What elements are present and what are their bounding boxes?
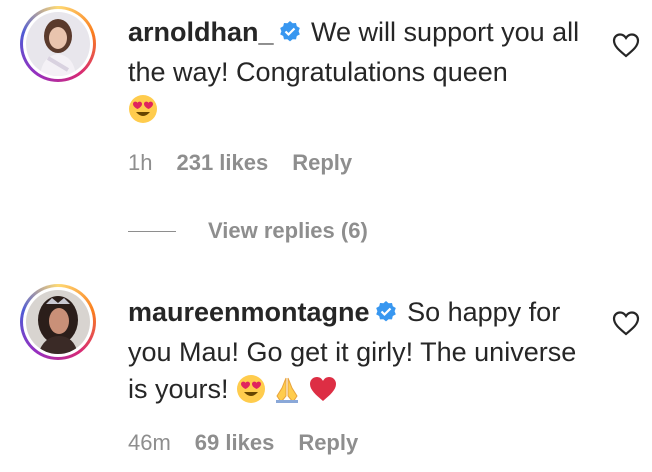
heart-outline-icon[interactable]	[612, 32, 640, 58]
verified-badge-icon	[278, 17, 302, 54]
likes-count[interactable]: 69 likes	[195, 430, 275, 456]
likes-count[interactable]: 231 likes	[176, 150, 268, 176]
avatar	[26, 290, 90, 354]
view-replies-button[interactable]: View replies (6)	[128, 218, 368, 244]
view-replies-label: View replies (6)	[208, 218, 368, 243]
reply-button[interactable]: Reply	[298, 430, 358, 456]
verified-badge-icon	[374, 297, 398, 334]
heart-outline-icon[interactable]	[612, 310, 640, 336]
comment-time: 46m	[128, 430, 171, 455]
avatar	[26, 12, 90, 76]
heart-eyes-emoji	[236, 374, 266, 414]
red-heart-emoji	[308, 374, 338, 414]
comment-text-block: arnoldhan_ We will support you all the w…	[128, 14, 598, 134]
avatar-ring[interactable]	[20, 284, 96, 360]
comment-meta: 1h 231 likes Reply	[128, 150, 352, 176]
avatar-ring[interactable]	[20, 6, 96, 82]
comment-time: 1h	[128, 150, 153, 175]
heart-eyes-emoji	[128, 94, 158, 134]
folded-hands-emoji	[272, 374, 302, 414]
replies-divider	[128, 230, 176, 232]
reply-button[interactable]: Reply	[292, 150, 352, 176]
comment-username[interactable]: maureenmontagne	[128, 297, 370, 327]
comment-username[interactable]: arnoldhan_	[128, 17, 274, 47]
comment-meta: 46m 69 likes Reply	[128, 430, 358, 456]
comment-text-block: maureenmontagne So happy for you Mau! Go…	[128, 294, 598, 414]
